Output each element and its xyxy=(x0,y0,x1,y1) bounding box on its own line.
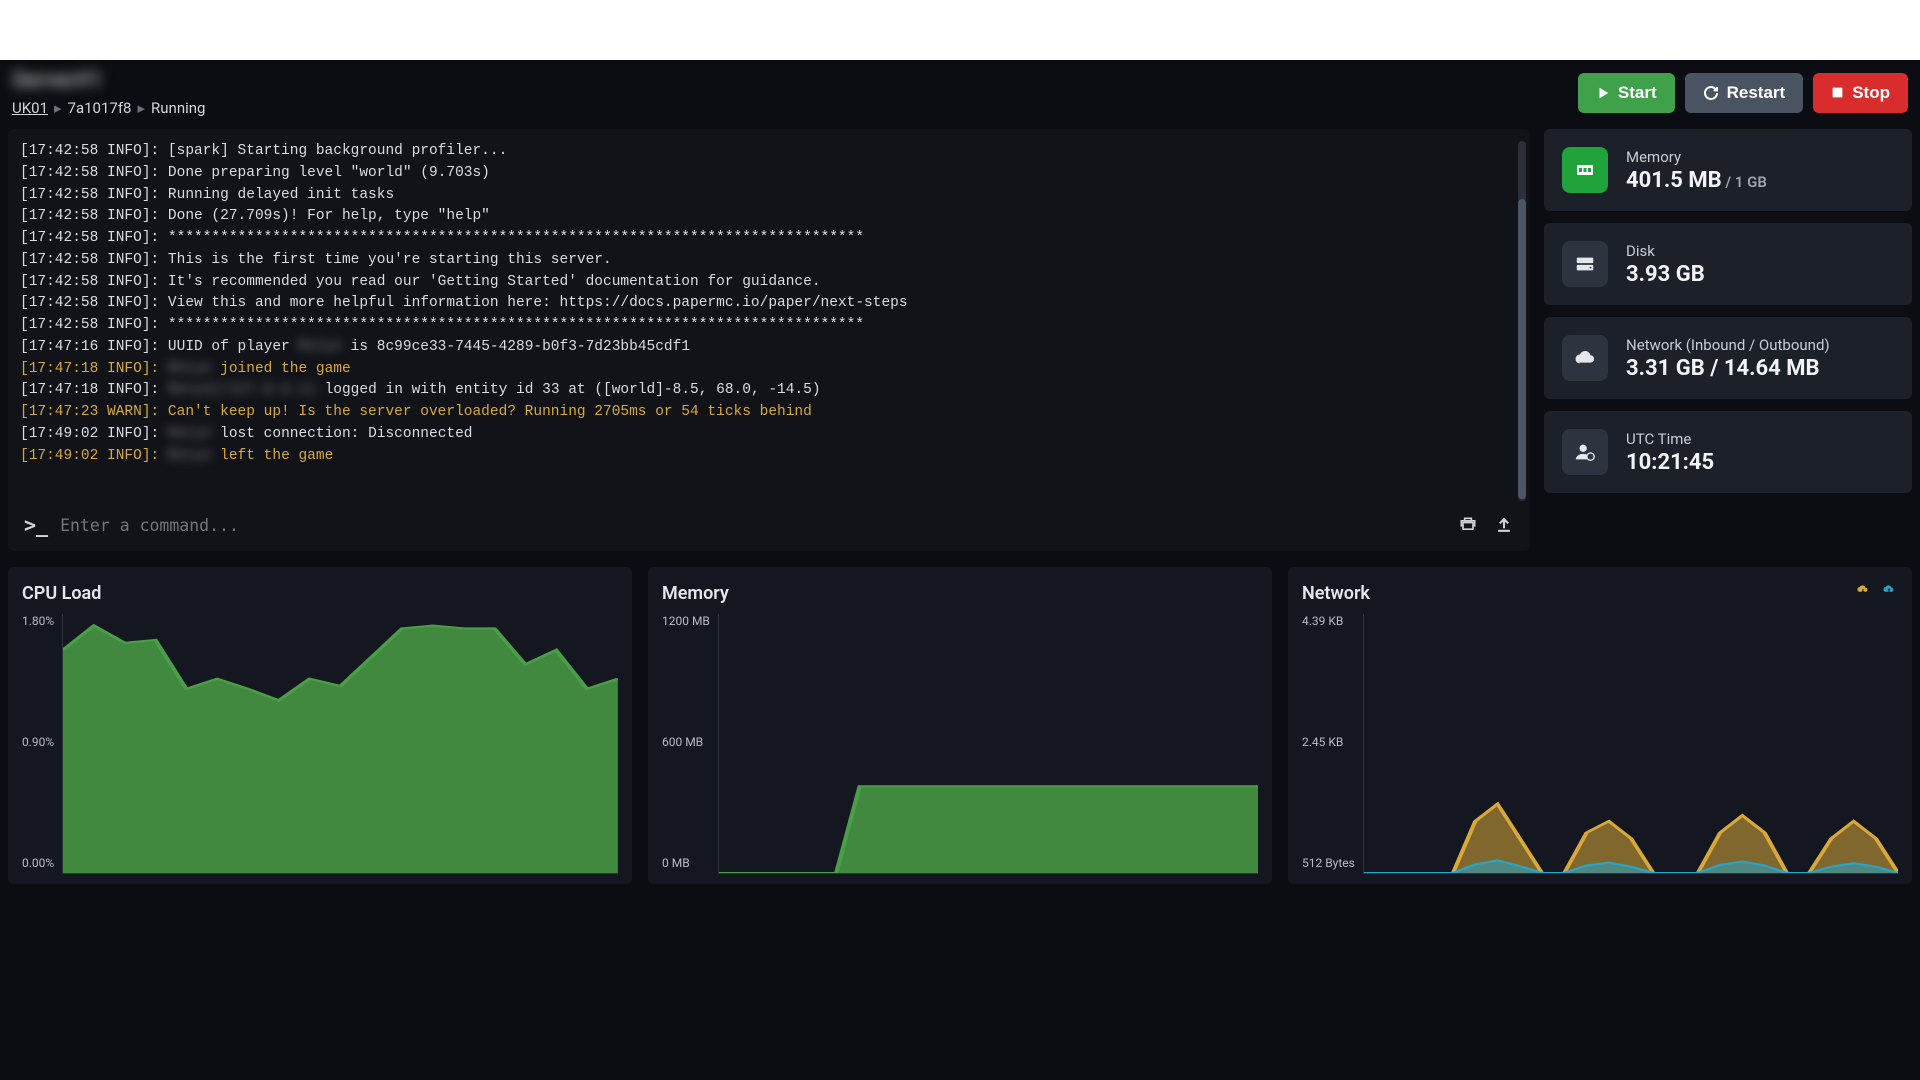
console-line: [17:42:58 INFO]: Done preparing level "w… xyxy=(20,163,1518,185)
stat-utc-value: 10:21:45 xyxy=(1626,450,1714,475)
breadcrumb-status: Running xyxy=(151,99,205,117)
y-axis: 1.80% 0.90% 0.00% xyxy=(22,614,62,874)
disk-icon xyxy=(1562,241,1608,287)
y-tick: 0.00% xyxy=(22,856,54,870)
stat-network-value: 3.31 GB / 14.64 MB xyxy=(1626,356,1830,381)
y-axis: 4.39 KB 2.45 KB 512 Bytes xyxy=(1302,614,1363,874)
plot-area xyxy=(718,614,1258,874)
network-legend xyxy=(1854,583,1898,597)
stop-icon xyxy=(1831,86,1844,99)
start-button[interactable]: Start xyxy=(1578,73,1675,113)
chevron-right-icon: ▸ xyxy=(54,99,62,117)
y-tick: 512 Bytes xyxy=(1302,856,1355,870)
console-line: [17:42:58 INFO]: [spark] Starting backgr… xyxy=(20,141,1518,163)
chart-cpu-load: CPU Load 1.80% 0.90% 0.00% xyxy=(8,567,632,884)
upload-icon[interactable] xyxy=(1494,515,1514,535)
console-line: [17:49:02 INFO]: Mxtyn left the game xyxy=(20,446,1518,468)
stat-memory-value: 401.5 MB xyxy=(1626,168,1722,193)
y-tick: 0 MB xyxy=(662,856,710,870)
cloud-up-icon xyxy=(1880,583,1898,597)
stop-button-label: Stop xyxy=(1852,83,1890,103)
stat-disk-label: Disk xyxy=(1626,242,1705,260)
y-tick: 4.39 KB xyxy=(1302,614,1355,628)
chevron-right-icon: ▸ xyxy=(138,99,146,117)
console-line: [17:42:58 INFO]: ***********************… xyxy=(20,228,1518,250)
scrollbar-thumb[interactable] xyxy=(1518,199,1526,499)
breadcrumb-id: 7a1017f8 xyxy=(68,99,132,117)
stat-network: Network (Inbound / Outbound) 3.31 GB / 1… xyxy=(1544,317,1912,399)
y-tick: 1200 MB xyxy=(662,614,710,628)
console-line: [17:47:18 INFO]: Mxtyn joined the game xyxy=(20,359,1518,381)
console-line: [17:47:18 INFO]: Mxtyn[/127.0.0.1] logge… xyxy=(20,380,1518,402)
console-output[interactable]: [17:42:58 INFO]: [spark] Starting backgr… xyxy=(18,135,1520,503)
plot-area xyxy=(1363,614,1898,874)
cloud-down-icon xyxy=(1854,583,1872,597)
y-axis: 1200 MB 600 MB 0 MB xyxy=(662,614,718,874)
stat-memory-sub: / 1 GB xyxy=(1722,173,1767,191)
memory-chip-icon xyxy=(1562,147,1608,193)
chart-title: Memory xyxy=(662,583,1258,604)
cloud-icon xyxy=(1562,335,1608,381)
chart-title: CPU Load xyxy=(22,583,618,604)
play-icon xyxy=(1596,86,1610,100)
console-line: [17:42:58 INFO]: Done (27.709s)! For hel… xyxy=(20,206,1518,228)
breadcrumb-node[interactable]: UK01 xyxy=(12,99,48,117)
stop-button[interactable]: Stop xyxy=(1813,73,1908,113)
stat-disk-value: 3.93 GB xyxy=(1626,262,1705,287)
stat-memory: Memory 401.5 MB / 1 GB xyxy=(1544,129,1912,211)
refresh-icon xyxy=(1703,85,1719,101)
stat-utc: UTC Time 10:21:45 xyxy=(1544,411,1912,493)
plot-area xyxy=(62,614,618,874)
console-line: [17:49:02 INFO]: Mxtyn lost connection: … xyxy=(20,424,1518,446)
restart-button-label: Restart xyxy=(1727,83,1786,103)
y-tick: 600 MB xyxy=(662,735,710,749)
stat-utc-label: UTC Time xyxy=(1626,430,1714,448)
chart-title: Network xyxy=(1302,583,1898,604)
server-name: Server#1 xyxy=(12,68,205,93)
console-panel: [17:42:58 INFO]: [spark] Starting backgr… xyxy=(8,129,1530,551)
chart-memory: Memory 1200 MB 600 MB 0 MB xyxy=(648,567,1272,884)
restart-button[interactable]: Restart xyxy=(1685,73,1804,113)
stat-memory-label: Memory xyxy=(1626,148,1767,166)
chart-network: Network 4.39 KB 2.45 KB 512 Bytes xyxy=(1288,567,1912,884)
stat-network-label: Network (Inbound / Outbound) xyxy=(1626,336,1830,354)
console-line: [17:47:23 WARN]: Can't keep up! Is the s… xyxy=(20,402,1518,424)
y-tick: 1.80% xyxy=(22,614,54,628)
console-line: [17:42:58 INFO]: Running delayed init ta… xyxy=(20,185,1518,207)
print-icon[interactable] xyxy=(1458,515,1478,535)
console-line: [17:42:58 INFO]: This is the first time … xyxy=(20,250,1518,272)
start-button-label: Start xyxy=(1618,83,1657,103)
y-tick: 0.90% xyxy=(22,735,54,749)
breadcrumb: UK01 ▸ 7a1017f8 ▸ Running xyxy=(12,99,205,117)
stat-disk: Disk 3.93 GB xyxy=(1544,223,1912,305)
console-line: [17:42:58 INFO]: ***********************… xyxy=(20,315,1518,337)
command-input[interactable] xyxy=(60,516,1446,535)
console-line: [17:42:58 INFO]: It's recommended you re… xyxy=(20,272,1518,294)
user-clock-icon xyxy=(1562,429,1608,475)
console-line: [17:42:58 INFO]: View this and more help… xyxy=(20,293,1518,315)
y-tick: 2.45 KB xyxy=(1302,735,1355,749)
console-line: [17:47:16 INFO]: UUID of player Mxtyn is… xyxy=(20,337,1518,359)
prompt-icon: >_ xyxy=(24,513,48,537)
